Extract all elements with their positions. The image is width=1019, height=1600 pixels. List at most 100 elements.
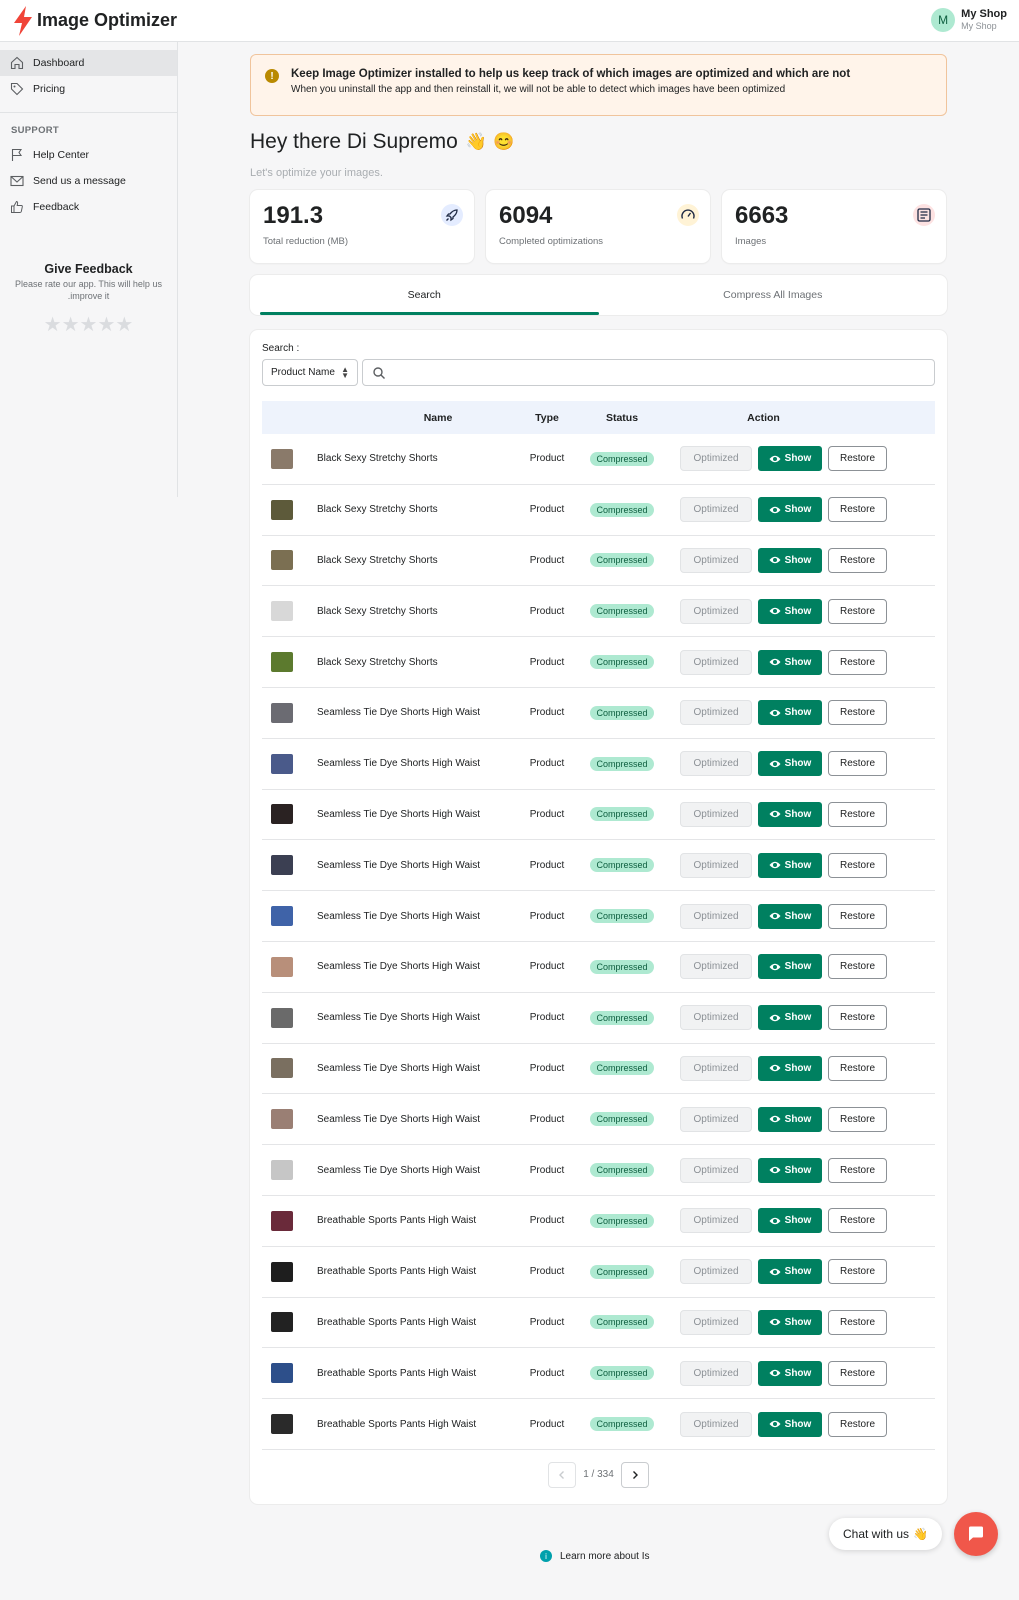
show-button[interactable]: Show (758, 1005, 822, 1031)
star-icon[interactable]: ★ (44, 314, 62, 336)
show-button[interactable]: Show (758, 1360, 822, 1386)
restore-button[interactable]: Restore (828, 751, 887, 777)
restore-button[interactable]: Restore (828, 1411, 887, 1437)
show-button[interactable]: Show (758, 903, 822, 929)
restore-button[interactable]: Restore (828, 1055, 887, 1081)
show-button[interactable]: Show (758, 1411, 822, 1437)
app-logo[interactable]: Image Optimizer (12, 5, 177, 36)
show-button[interactable]: Show (758, 497, 822, 523)
restore-button[interactable]: Restore (828, 1259, 887, 1285)
restore-button[interactable]: Restore (828, 1309, 887, 1335)
chat-launcher-button[interactable] (954, 1512, 998, 1556)
restore-button[interactable]: Restore (828, 801, 887, 827)
show-button[interactable]: Show (758, 649, 822, 675)
restore-button[interactable]: Restore (828, 1106, 887, 1132)
show-button[interactable]: Show (758, 598, 822, 624)
search-label: Search : (262, 343, 300, 354)
product-thumbnail (271, 601, 293, 622)
restore-button[interactable]: Restore (828, 700, 887, 726)
restore-button[interactable]: Restore (828, 1360, 887, 1386)
star-icon[interactable]: ★ (62, 314, 80, 336)
show-button[interactable]: Show (758, 1106, 822, 1132)
star-icon[interactable]: ★ (97, 314, 115, 336)
home-icon (10, 56, 24, 70)
restore-button[interactable]: Restore (828, 649, 887, 675)
chat-with-us-bubble[interactable]: Chat with us 👋 (829, 1518, 942, 1550)
optimized-button[interactable]: Optimized (680, 903, 752, 929)
show-label: Show (784, 453, 812, 465)
status-badge: Compressed (590, 1163, 654, 1178)
optimized-button[interactable]: Optimized (680, 547, 752, 573)
search-input[interactable] (362, 359, 935, 386)
show-button[interactable]: Show (758, 1259, 822, 1285)
learn-more-text: Learn more about Is (560, 1550, 650, 1562)
show-button[interactable]: Show (758, 547, 822, 573)
restore-button[interactable]: Restore (828, 598, 887, 624)
optimized-button[interactable]: Optimized (680, 1055, 752, 1081)
restore-button[interactable]: Restore (828, 954, 887, 980)
status-cell: Compressed (572, 553, 672, 568)
optimized-button[interactable]: Optimized (680, 1411, 752, 1437)
tab-search[interactable]: Search (250, 275, 599, 315)
restore-button[interactable]: Restore (828, 1157, 887, 1183)
show-button[interactable]: Show (758, 954, 822, 980)
search-field-select[interactable]: Product Name ▲ ▼ (262, 359, 358, 386)
optimized-button[interactable]: Optimized (680, 649, 752, 675)
restore-button[interactable]: Restore (828, 1005, 887, 1031)
show-button[interactable]: Show (758, 1309, 822, 1335)
previous-page-button[interactable] (548, 1461, 577, 1488)
optimized-button[interactable]: Optimized (680, 1360, 752, 1386)
optimized-button[interactable]: Optimized (680, 1208, 752, 1234)
show-label: Show (784, 758, 812, 770)
show-button[interactable]: Show (758, 751, 822, 777)
optimized-button[interactable]: Optimized (680, 852, 752, 878)
sidebar-item-pricing[interactable]: Pricing (0, 76, 177, 102)
show-button[interactable]: Show (758, 1208, 822, 1234)
sidebar-item-feedback[interactable]: Feedback (0, 194, 177, 220)
show-button[interactable]: Show (758, 801, 822, 827)
next-page-button[interactable] (620, 1461, 649, 1488)
thumbs-up-icon (11, 200, 23, 213)
optimized-button[interactable]: Optimized (680, 1157, 752, 1183)
product-type: Product (529, 1113, 565, 1125)
show-button[interactable]: Show (758, 700, 822, 726)
shop-menu[interactable]: M My Shop My Shop (931, 8, 1007, 32)
thumbnail-cell (262, 702, 314, 723)
show-button[interactable]: Show (758, 1055, 822, 1081)
optimized-button[interactable]: Optimized (680, 1309, 752, 1335)
restore-button[interactable]: Restore (828, 1208, 887, 1234)
star-icon[interactable]: ★ (115, 314, 133, 336)
restore-button[interactable]: Restore (828, 852, 887, 878)
sidebar-item-help-center[interactable]: Help Center (0, 142, 177, 168)
learn-more-link[interactable]: i Learn more about Is (540, 1550, 650, 1562)
optimized-button[interactable]: Optimized (680, 1259, 752, 1285)
show-label: Show (784, 554, 812, 566)
banner-text: When you uninstall the app and then rein… (291, 84, 786, 95)
show-button[interactable]: Show (758, 1157, 822, 1183)
optimized-button[interactable]: Optimized (680, 700, 752, 726)
optimized-button[interactable]: Optimized (680, 497, 752, 523)
product-name: Black Sexy Stretchy Shorts (317, 605, 438, 617)
show-button[interactable]: Show (758, 446, 822, 472)
status-badge: Compressed (590, 451, 654, 466)
restore-button[interactable]: Restore (828, 903, 887, 929)
show-button[interactable]: Show (758, 852, 822, 878)
star-icon[interactable]: ★ (80, 314, 98, 336)
optimized-button[interactable]: Optimized (680, 801, 752, 827)
sidebar-item-label: Dashboard (33, 57, 85, 69)
optimized-button[interactable]: Optimized (680, 598, 752, 624)
optimized-button[interactable]: Optimized (680, 954, 752, 980)
restore-button[interactable]: Restore (828, 497, 887, 523)
sidebar-item-send-message[interactable]: Send us a message (0, 168, 177, 194)
restore-button[interactable]: Restore (828, 547, 887, 573)
optimized-button[interactable]: Optimized (680, 1005, 752, 1031)
sidebar-item-dashboard[interactable]: Dashboard (0, 50, 177, 76)
status-cell: Compressed (572, 451, 672, 466)
restore-button[interactable]: Restore (828, 446, 887, 472)
optimized-button[interactable]: Optimized (680, 751, 752, 777)
optimized-button[interactable]: Optimized (680, 1106, 752, 1132)
top-bar: Image Optimizer M My Shop My Shop (0, 0, 1019, 42)
shop-name: My Shop (961, 8, 1007, 20)
optimized-button[interactable]: Optimized (680, 446, 752, 472)
tab-compress-all[interactable]: Compress All Images (599, 275, 948, 315)
